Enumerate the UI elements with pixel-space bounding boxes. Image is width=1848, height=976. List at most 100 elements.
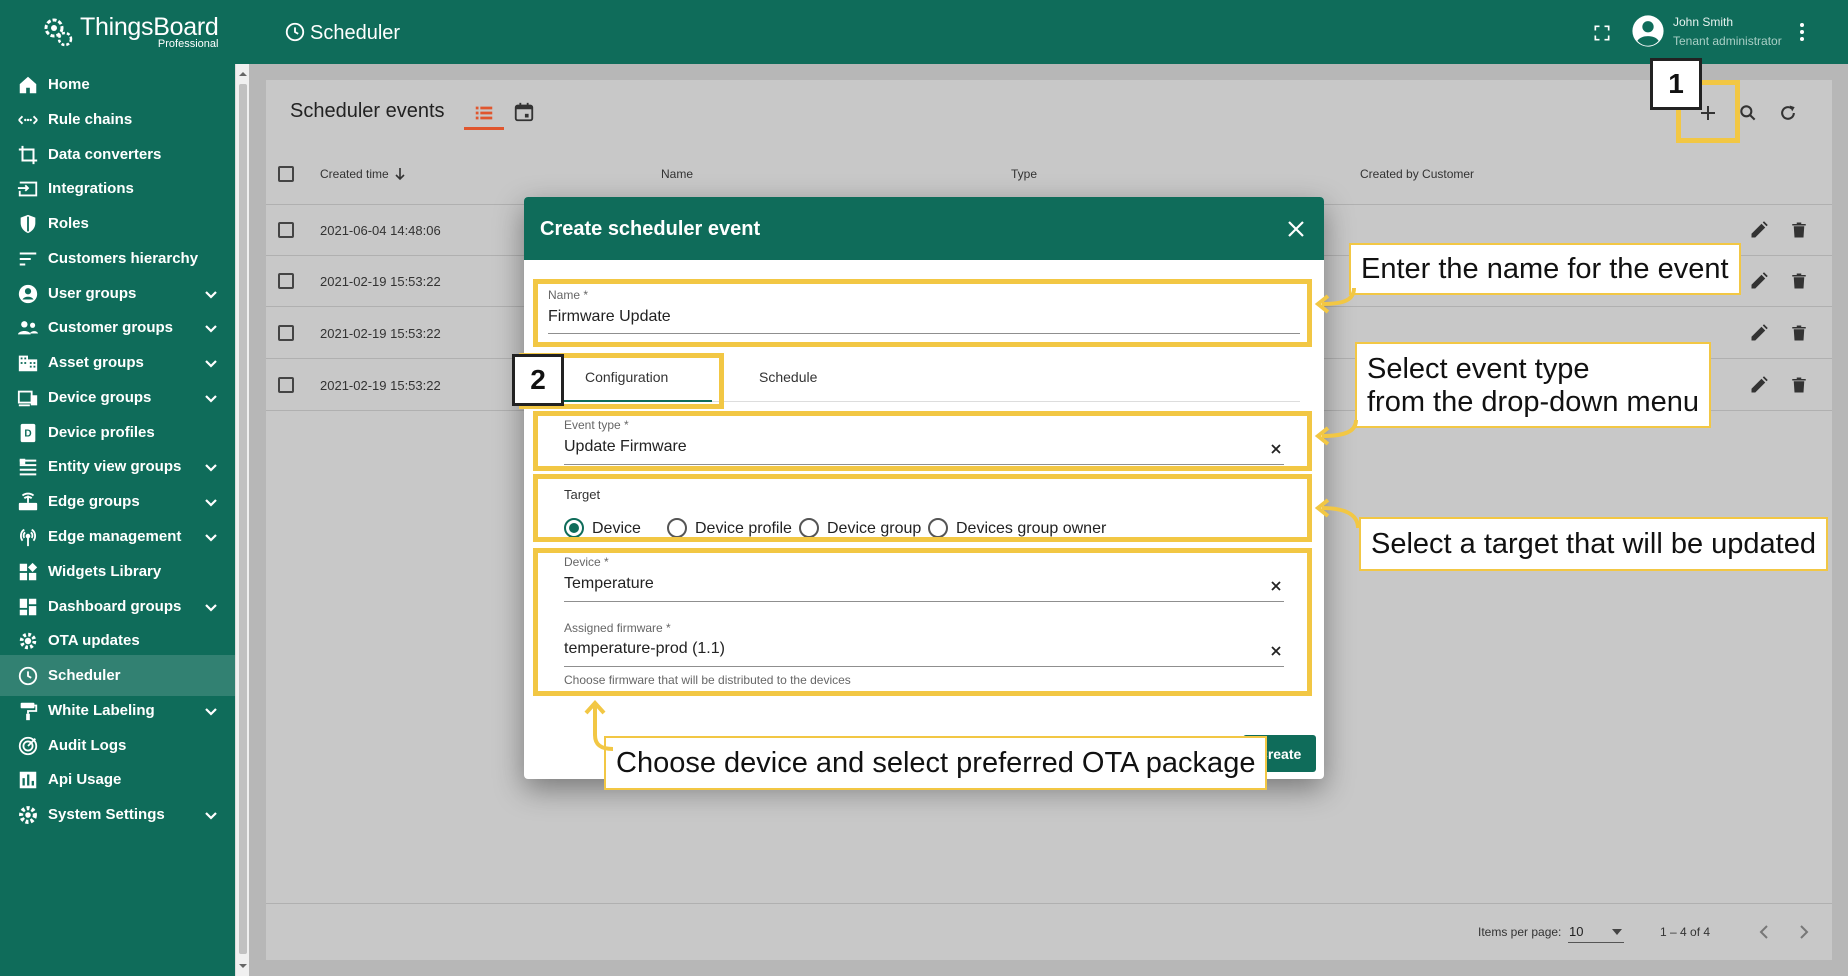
refresh-icon[interactable] [1778,103,1798,123]
edit-icon[interactable] [1749,220,1769,240]
sidebar-item-label: User groups [48,285,137,302]
chevron-down-icon[interactable] [201,388,221,408]
prev-page-icon[interactable] [1757,924,1771,940]
list-view-icon[interactable] [473,102,495,124]
callout-name-arrow [1314,288,1356,314]
edit-icon[interactable] [1749,271,1769,291]
col-created-by-customer[interactable]: Created by Customer [1360,167,1474,181]
sidebar-item-system-settings[interactable]: System Settings [0,794,235,835]
tab-schedule[interactable]: Schedule [759,369,817,385]
callout-target-arrow [1314,498,1360,528]
row-checkbox[interactable] [278,273,294,289]
row-created-time: 2021-02-19 15:53:22 [320,274,441,289]
user-name: John Smith [1673,15,1734,29]
home-icon [19,76,37,94]
row-checkbox[interactable] [278,222,294,238]
dashboard-icon [19,598,37,616]
dialog-header: Create scheduler event [524,197,1324,260]
sidebar-item-label: Dashboard groups [48,598,182,615]
delete-icon[interactable] [1790,375,1808,395]
input-icon [17,181,38,197]
sidebar-scrollbar[interactable] [235,64,249,976]
tabs-divider [712,401,1300,402]
row-created-time: 2021-06-04 14:48:06 [320,223,441,238]
more-vert-icon[interactable] [1798,22,1806,42]
items-per-page-value: 10 [1569,924,1584,939]
close-icon[interactable] [1287,220,1305,238]
account-circle-icon [18,284,38,304]
search-icon[interactable] [1738,103,1758,123]
paginator-divider [266,903,1832,904]
delete-icon[interactable] [1790,323,1808,343]
logo[interactable]: ThingsBoard Professional [0,0,235,64]
sidebar-item-label: Edge management [48,528,182,545]
highlight-event-type [533,411,1312,471]
chevron-down-icon[interactable] [201,527,221,547]
step-2-badge: 2 [512,354,564,406]
edit-icon[interactable] [1749,375,1769,395]
highlight-target [533,474,1312,542]
select-all-checkbox[interactable] [278,166,294,182]
scroll-up-icon[interactable] [236,68,250,80]
sidebar-item-label: Asset groups [48,354,144,371]
chevron-down-icon[interactable] [201,457,221,477]
calendar-icon[interactable] [513,101,535,123]
page-range: 1 – 4 of 4 [1660,925,1711,939]
callout-name: Enter the name for the event [1349,243,1741,295]
chevron-down-icon[interactable] [201,318,221,338]
dropdown-arrow-icon [1612,929,1622,935]
chevron-down-icon[interactable] [201,701,221,721]
router-icon [18,492,38,511]
callout-device: Choose device and select preferred OTA p… [604,736,1268,790]
avatar-icon[interactable] [1631,14,1665,48]
edit-icon[interactable] [1749,323,1769,343]
sidebar-item-label: Edge groups [48,493,140,510]
sidebar-item-label: Audit Logs [48,737,127,754]
clock-icon [285,22,305,42]
row-checkbox[interactable] [278,325,294,341]
widgets-icon [19,562,38,581]
row-checkbox[interactable] [278,377,294,393]
delete-icon[interactable] [1790,220,1808,240]
insert-chart-icon [19,771,37,789]
gear-icon [19,632,37,650]
items-per-page-select[interactable]: 10 [1568,919,1624,943]
sidebar-item-label: Rule chains [48,111,133,128]
arrow-down-icon[interactable] [394,167,406,181]
col-created-time[interactable]: Created time [320,167,389,181]
device-profile-icon: D [20,423,36,443]
callout-type-line1: Select event type [1367,353,1590,385]
clock-icon [18,666,38,686]
sidebar-item-label: Customers hierarchy [48,250,199,267]
chevron-down-icon[interactable] [201,597,221,617]
delete-icon[interactable] [1790,271,1808,291]
settings-input-antenna-icon [19,528,37,547]
fullscreen-icon[interactable] [1592,23,1612,43]
chevron-down-icon[interactable] [201,492,221,512]
logo-name: ThingsBoard [80,12,219,41]
settings-icon [19,806,37,824]
next-page-icon[interactable] [1797,924,1811,940]
chevron-down-icon[interactable] [201,805,221,825]
callout-type: Select event type from the drop-down men… [1355,342,1712,428]
svg-text:D: D [24,429,31,440]
sidebar: ThingsBoard Professional Home Rule chains… [0,0,235,976]
row-created-time: 2021-02-19 15:53:22 [320,326,441,341]
devices-icon [17,390,38,407]
sidebar-item-label: Api Usage [48,771,122,788]
list-view-tab-indicator [464,127,504,130]
highlight-device-firmware [533,548,1312,696]
supervisor-icon [17,321,39,335]
items-per-page-label: Items per page: [1478,925,1562,939]
chevron-down-icon[interactable] [201,353,221,373]
scrollbar-thumb[interactable] [239,84,247,954]
col-name[interactable]: Name [661,167,693,181]
domain-icon [18,355,38,372]
crop-icon [18,145,38,165]
chevron-down-icon[interactable] [201,284,221,304]
col-type[interactable]: Type [1011,167,1037,181]
highlight-name-field [533,279,1312,347]
sidebar-item-label: Integrations [48,180,134,197]
scroll-down-icon[interactable] [236,960,250,972]
dialog-title: Create scheduler event [540,218,761,240]
